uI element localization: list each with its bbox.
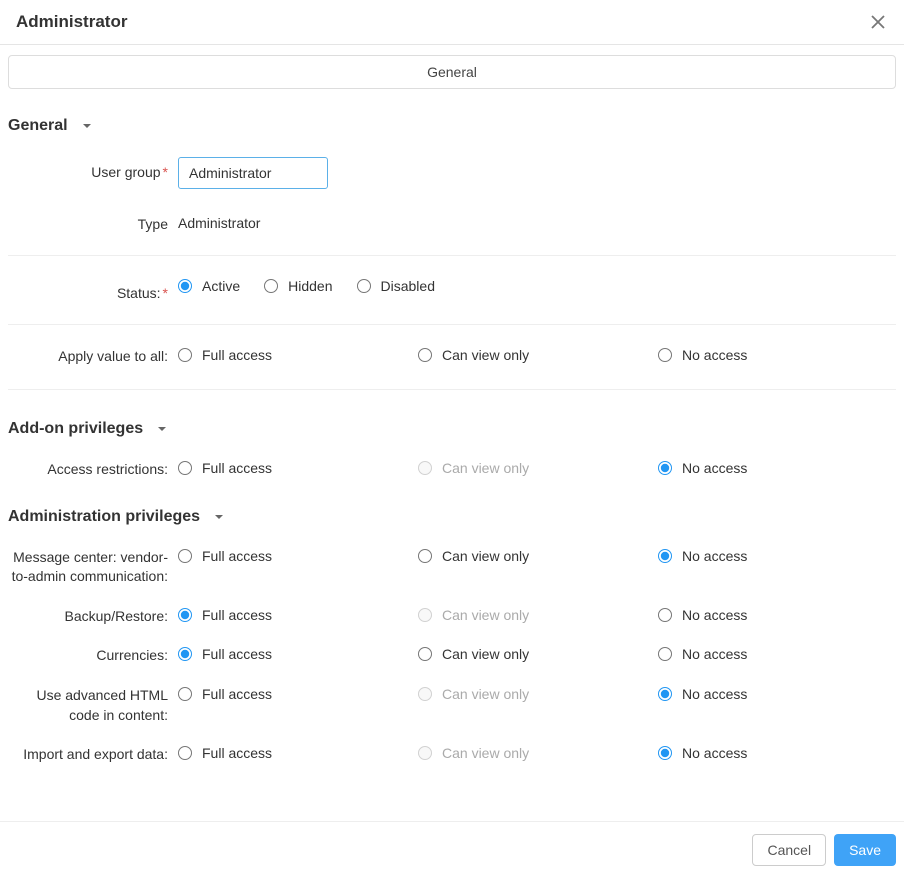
label-html: Use advanced HTML code in content: [8,686,178,725]
label-access-restrictions: Access restrictions: [8,460,178,480]
msg-center-view-option[interactable]: Can view only [418,548,658,564]
row-access-restrictions: Access restrictions: Full access Can vie… [8,450,896,490]
dialog-footer: Cancel Save [0,821,904,878]
import-export-none-radio[interactable] [658,746,672,760]
currencies-full-option[interactable]: Full access [178,646,418,662]
html-none-radio[interactable] [658,687,672,701]
save-button[interactable]: Save [834,834,896,866]
currencies-view-radio[interactable] [418,647,432,661]
row-backup: Backup/Restore: Full access Can view onl… [8,597,896,637]
status-active-radio[interactable] [178,279,192,293]
msg-center-full-option[interactable]: Full access [178,548,418,564]
status-hidden-option[interactable]: Hidden [264,278,332,294]
tab-general[interactable]: General [8,55,896,89]
msg-center-full-radio[interactable] [178,549,192,563]
apply-all-full-option[interactable]: Full access [178,347,418,363]
access-restrictions-full-option[interactable]: Full access [178,460,418,476]
currencies-full-radio[interactable] [178,647,192,661]
caret-down-icon [157,421,167,437]
row-type: Type Administrator [8,199,896,243]
status-hidden-radio[interactable] [264,279,278,293]
user-group-input[interactable] [178,157,328,189]
access-restrictions-none-radio[interactable] [658,461,672,475]
currencies-none-radio[interactable] [658,647,672,661]
divider [8,389,896,390]
section-addon-title: Add-on privileges [8,420,143,438]
backup-full-option[interactable]: Full access [178,607,418,623]
tab-bar: General [0,45,904,99]
msg-center-none-radio[interactable] [658,549,672,563]
caret-down-icon [214,509,224,525]
backup-none-option[interactable]: No access [658,607,896,623]
html-full-radio[interactable] [178,687,192,701]
import-export-view-option: Can view only [418,745,658,761]
msg-center-view-radio[interactable] [418,549,432,563]
label-backup: Backup/Restore: [8,607,178,627]
label-currencies: Currencies: [8,646,178,666]
label-apply-all: Apply value to all: [8,347,178,367]
close-icon [870,14,886,30]
divider [8,324,896,325]
dialog-content: General User group* Type Administrator S… [0,99,904,844]
html-none-option[interactable]: No access [658,686,896,702]
row-status: Status:* Active Hidden Disabled [8,268,896,312]
apply-all-view-radio[interactable] [418,348,432,362]
label-type: Type [8,209,178,233]
import-export-full-option[interactable]: Full access [178,745,418,761]
section-general-title: General [8,117,68,135]
section-admin-header[interactable]: Administration privileges [8,490,896,538]
label-status: Status:* [8,278,178,302]
access-restrictions-none-option[interactable]: No access [658,460,896,476]
currencies-none-option[interactable]: No access [658,646,896,662]
label-msg-center: Message center: vendor-to-admin communic… [8,548,178,587]
html-full-option[interactable]: Full access [178,686,418,702]
status-disabled-radio[interactable] [357,279,371,293]
row-msg-center: Message center: vendor-to-admin communic… [8,538,896,597]
backup-none-radio[interactable] [658,608,672,622]
backup-view-option: Can view only [418,607,658,623]
row-html: Use advanced HTML code in content: Full … [8,676,896,735]
dialog-header: Administrator [0,0,904,45]
html-view-radio [418,687,432,701]
type-value: Administrator [178,209,896,231]
backup-view-radio [418,608,432,622]
divider [8,255,896,256]
backup-full-radio[interactable] [178,608,192,622]
required-marker: * [163,164,168,180]
apply-all-none-radio[interactable] [658,348,672,362]
currencies-view-option[interactable]: Can view only [418,646,658,662]
status-disabled-option[interactable]: Disabled [357,278,435,294]
row-import-export: Import and export data: Full access Can … [8,735,896,775]
access-restrictions-view-radio [418,461,432,475]
apply-all-none-option[interactable]: No access [658,347,896,363]
cancel-button[interactable]: Cancel [752,834,826,866]
section-admin-title: Administration privileges [8,508,200,526]
import-export-none-option[interactable]: No access [658,745,896,761]
access-restrictions-view-option: Can view only [418,460,658,476]
import-export-view-radio [418,746,432,760]
html-view-option: Can view only [418,686,658,702]
dialog-title: Administrator [16,12,127,32]
apply-all-full-radio[interactable] [178,348,192,362]
section-addon-header[interactable]: Add-on privileges [8,402,896,450]
row-user-group: User group* [8,147,896,199]
section-general-header[interactable]: General [8,99,896,147]
required-marker: * [163,285,168,301]
apply-all-view-option[interactable]: Can view only [418,347,658,363]
row-apply-all: Apply value to all: Full access Can view… [8,337,896,377]
import-export-full-radio[interactable] [178,746,192,760]
row-currencies: Currencies: Full access Can view only No… [8,636,896,676]
status-active-option[interactable]: Active [178,278,240,294]
label-user-group: User group* [8,157,178,181]
msg-center-none-option[interactable]: No access [658,548,896,564]
label-import-export: Import and export data: [8,745,178,765]
access-restrictions-full-radio[interactable] [178,461,192,475]
close-button[interactable] [868,12,888,32]
caret-down-icon [82,118,92,134]
